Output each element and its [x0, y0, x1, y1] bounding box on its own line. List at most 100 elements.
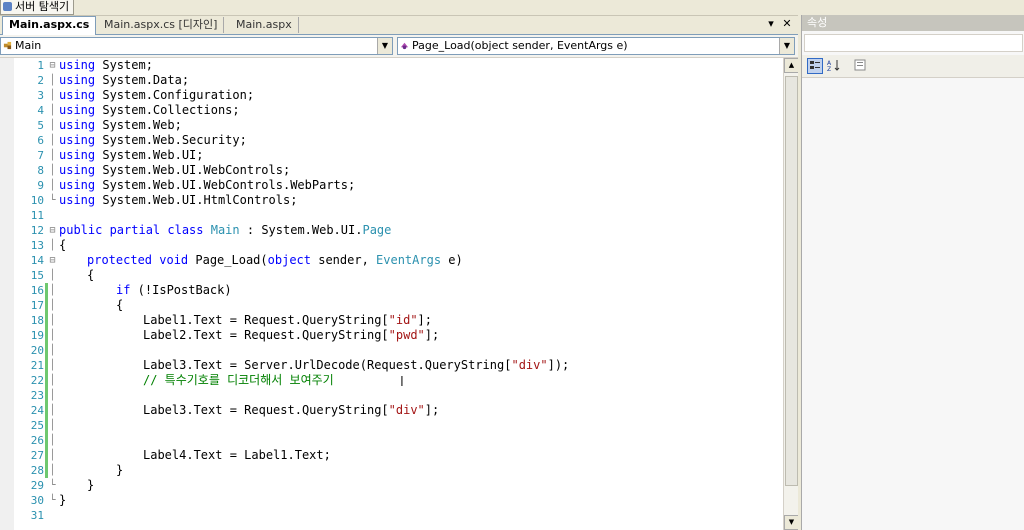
code-text: Label3.Text = Server.UrlDecode(Request.Q… [143, 358, 569, 373]
code-text: using System.Web; [59, 118, 182, 133]
member-dropdown[interactable]: Page_Load(object sender, EventArgs e) ▼ [397, 37, 795, 55]
tab-main-aspx-cs[interactable]: Main.aspx.cs [2, 16, 97, 36]
code-line: 11 [0, 208, 783, 223]
code-token: Label3.Text = Request.QueryString[ [143, 403, 389, 417]
vertical-scrollbar[interactable]: ▲ ▼ [783, 58, 799, 530]
code-line: 26 │ [0, 433, 783, 448]
code-text: using System.Web.UI; [59, 148, 204, 163]
line-number: 11 [30, 209, 44, 222]
code-text: using System.Web.UI.WebControls; [59, 163, 290, 178]
outline-guide: │ [49, 450, 56, 461]
code-text: { [59, 238, 67, 252]
line-number: 4 [37, 104, 44, 117]
line-number: 25 [30, 419, 44, 432]
outline-guide: │ [49, 135, 56, 146]
outline-guide: │ [49, 75, 56, 86]
type-name: EventArgs [376, 253, 442, 267]
line-number: 21 [30, 359, 44, 372]
scroll-down-button[interactable]: ▼ [784, 515, 799, 530]
code-line: 8 │ using System.Web.UI.WebControls; [0, 163, 783, 178]
server-explorer-icon [3, 2, 12, 11]
line-number: 17 [30, 299, 44, 312]
outline-guide: └ [49, 480, 56, 491]
chevron-down-icon[interactable]: ▼ [377, 38, 392, 54]
properties-title: 속성 [802, 15, 1024, 31]
code-line: 22 │ // 특수기호를 디코더해서 보여주기 [0, 373, 783, 388]
collapse-icon[interactable]: ⊟ [48, 223, 57, 238]
outline-guide: │ [49, 420, 56, 431]
code-text: Label2.Text = Request.QueryString["pwd"]… [143, 328, 439, 343]
outline-guide: │ [49, 435, 56, 446]
line-number: 23 [30, 389, 44, 402]
code-text: using System.Web.UI.HtmlControls; [59, 193, 297, 208]
outline-guide: │ [49, 165, 56, 176]
line-number: 31 [30, 509, 44, 522]
code-text: } [116, 463, 124, 477]
code-text: using System; [59, 58, 153, 73]
class-dropdown[interactable]: Main ▼ [0, 37, 393, 55]
string-literal: "div" [511, 358, 548, 372]
code-editor[interactable]: 1 ⊟ using System; 2 │ using System.Data; 3 │ u… [0, 58, 783, 530]
scrollbar-thumb[interactable] [785, 76, 798, 486]
document-tab-bar: Main.aspx.cs Main.aspx.cs [디자인] Main.asp… [0, 16, 798, 36]
class-dropdown-value: Main [15, 39, 42, 52]
tab-label: Main.aspx.cs [디자인] [104, 18, 218, 31]
keyword: using [59, 103, 96, 117]
code-token: System.Web; [95, 118, 182, 132]
keyword: using [59, 193, 96, 207]
outline-guide: │ [49, 315, 56, 326]
code-token: ]; [424, 328, 440, 342]
alphabetical-icon[interactable]: AZ [826, 58, 842, 74]
code-line: 30 └} [0, 493, 783, 508]
code-line: 10 └ using System.Web.UI.HtmlControls; [0, 193, 783, 208]
line-number: 8 [37, 164, 44, 177]
code-line: 3 │ using System.Configuration; [0, 88, 783, 103]
keyword: if [116, 283, 131, 297]
code-token: Label1.Text = Request.QueryString[ [143, 313, 389, 327]
scroll-up-button[interactable]: ▲ [784, 58, 799, 73]
collapse-icon[interactable]: ⊟ [48, 253, 57, 268]
line-number: 29 [30, 479, 44, 492]
line-number: 2 [37, 74, 44, 87]
navigation-bar: Main ▼ Page_Load(object sender, EventArg… [0, 35, 798, 58]
properties-panel: 속성 AZ [801, 15, 1024, 530]
line-number: 26 [30, 434, 44, 447]
text-cursor-icon: I [400, 375, 404, 390]
tab-main-aspx[interactable]: Main.aspx [230, 17, 299, 33]
line-number: 14 [30, 254, 44, 267]
code-text: public partial class Main : System.Web.U… [59, 223, 391, 238]
code-line: 9 │ using System.Web.UI.WebControls.WebPar… [0, 178, 783, 193]
collapse-icon[interactable]: ⊟ [48, 58, 57, 73]
code-token: System.Web.UI; [95, 148, 204, 162]
code-text: { [116, 298, 124, 312]
line-number: 20 [30, 344, 44, 357]
chevron-down-icon[interactable]: ▾ [764, 17, 778, 31]
outline-guide: │ [49, 465, 56, 476]
code-token: System.Configuration; [95, 88, 255, 102]
code-token: ]; [424, 403, 440, 417]
code-line: 27 │ Label4.Text = Label1.Text; [0, 448, 783, 463]
properties-object-selector[interactable] [804, 34, 1023, 52]
svg-text:Z: Z [827, 66, 831, 72]
line-number: 9 [37, 179, 44, 192]
line-number: 7 [37, 149, 44, 162]
close-icon[interactable]: ✕ [780, 17, 794, 31]
string-literal: "id" [388, 313, 418, 327]
code-token: System.Web.UI.WebControls; [95, 163, 291, 177]
line-number: 5 [37, 119, 44, 132]
outline-guide: │ [49, 390, 56, 401]
tab-main-aspx-cs-design[interactable]: Main.aspx.cs [디자인] [98, 17, 225, 33]
code-line: 1 ⊟ using System; [0, 58, 783, 73]
code-text: } [87, 478, 95, 492]
code-text: Label4.Text = Label1.Text; [143, 448, 331, 462]
outline-guide: │ [49, 285, 56, 296]
outline-guide: │ [49, 120, 56, 131]
server-explorer-tab[interactable]: 서버 탐색기 [0, 0, 75, 15]
outline-guide: │ [49, 270, 56, 281]
code-line: 15 │ { [0, 268, 783, 283]
property-pages-icon[interactable] [852, 58, 868, 74]
code-text: if (!IsPostBack) [116, 283, 232, 298]
categorized-icon[interactable] [807, 58, 823, 74]
chevron-down-icon[interactable]: ▼ [779, 38, 794, 54]
code-text: using System.Web.Security; [59, 133, 247, 148]
